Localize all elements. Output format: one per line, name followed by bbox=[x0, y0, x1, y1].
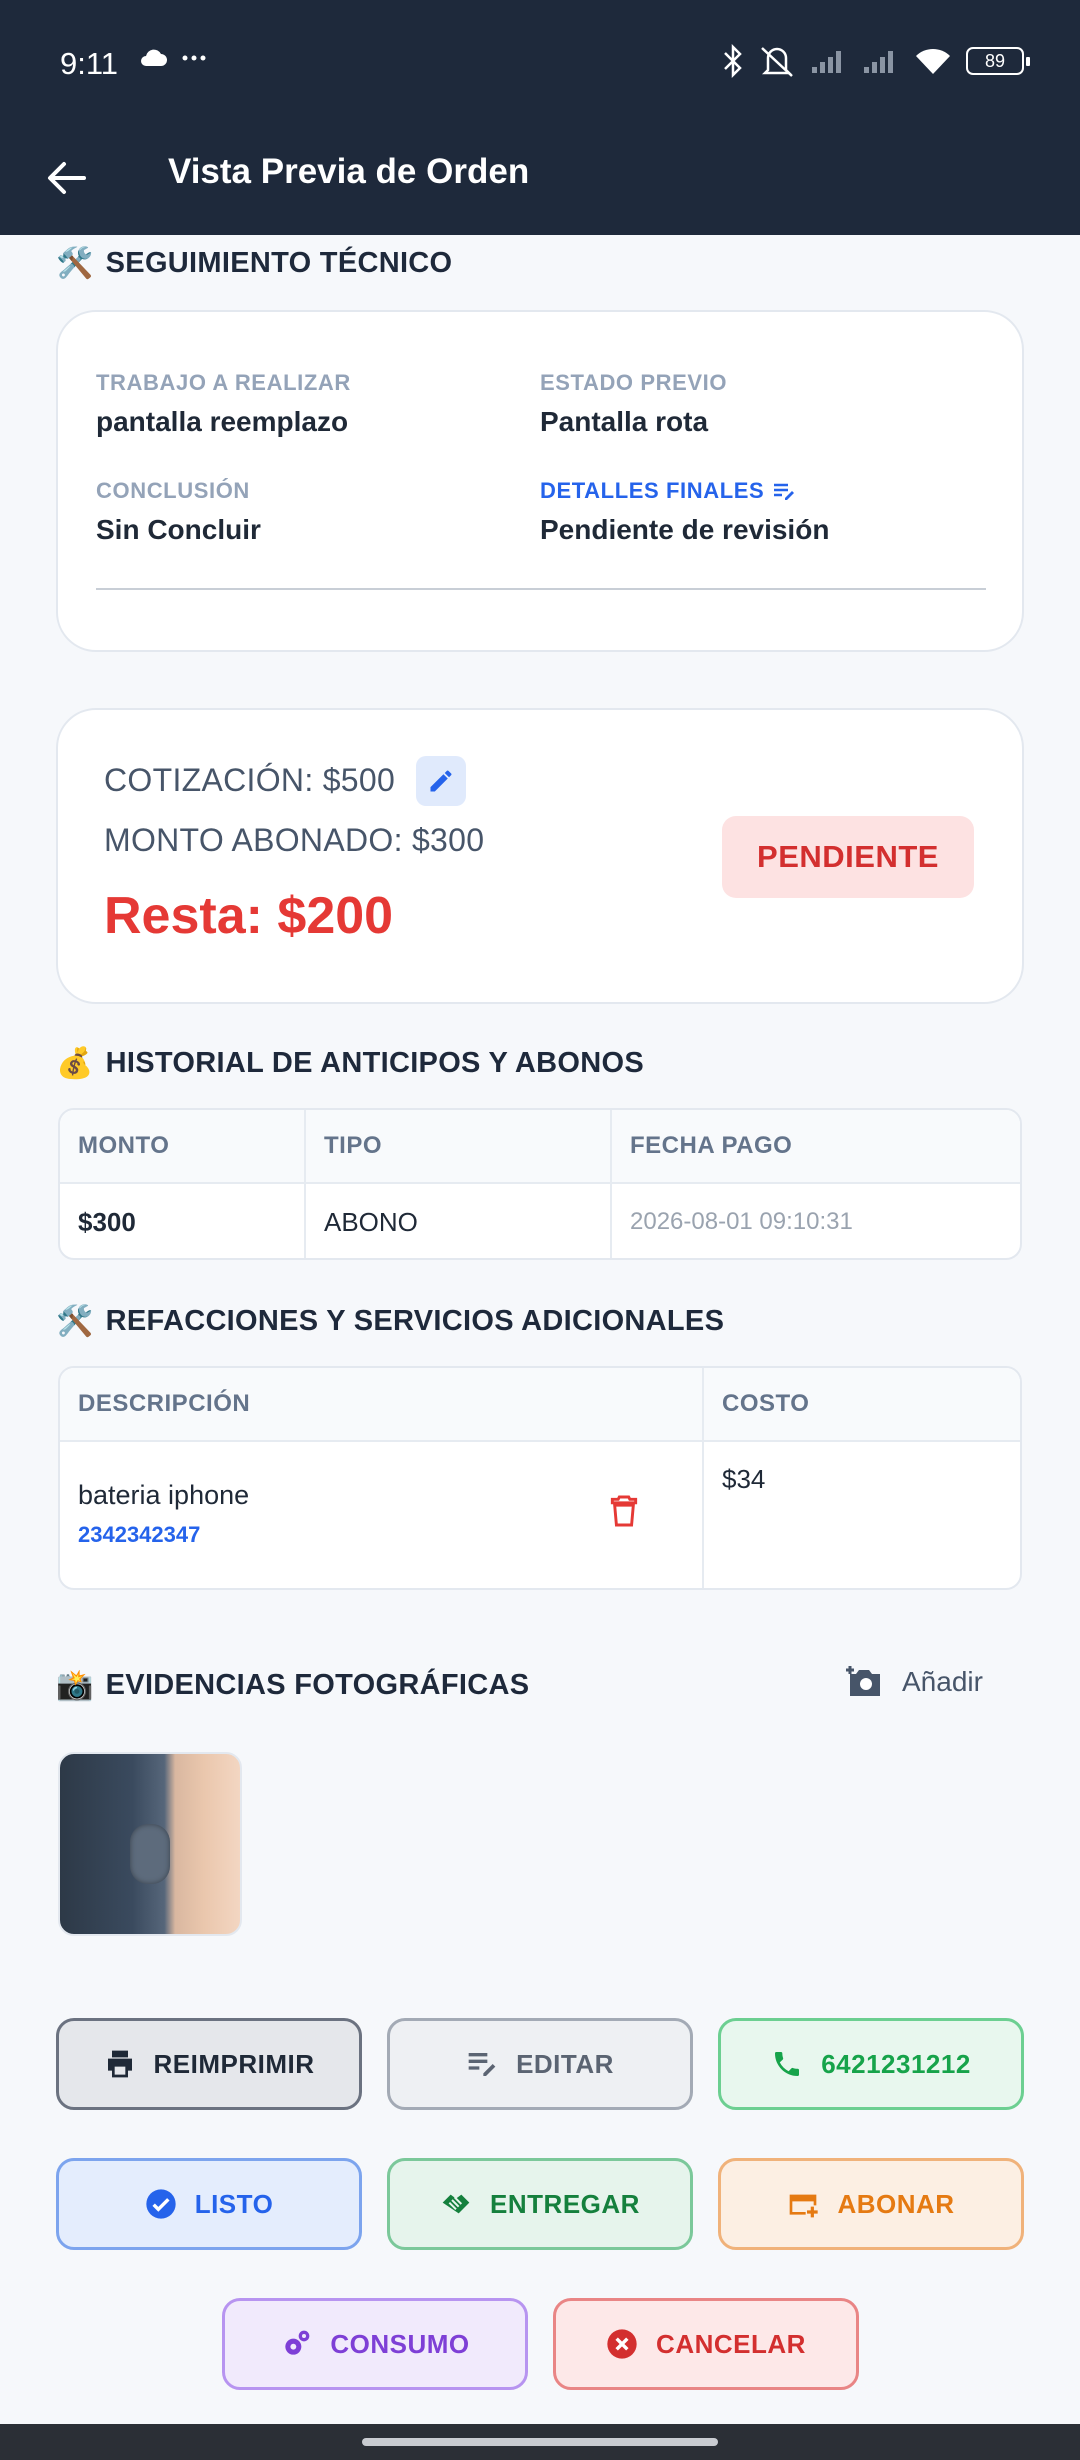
estado-field: ESTADO PREVIO Pantalla rota bbox=[540, 370, 727, 438]
tech-title-text: SEGUIMIENTO TÉCNICO bbox=[105, 247, 453, 279]
cancelar-label: CANCELAR bbox=[656, 2328, 806, 2359]
payments-table: MONTO TIPO FECHA PAGO $300 ABONO 2026-08… bbox=[58, 1108, 1022, 1260]
estado-value: Pantalla rota bbox=[540, 406, 709, 437]
more-dots-icon bbox=[182, 55, 206, 61]
edit-quote-button[interactable] bbox=[416, 756, 466, 806]
settings-gears-icon bbox=[285, 2330, 310, 2355]
trabajo-value: pantalla reemplazo bbox=[96, 406, 349, 437]
arrow-back-icon[interactable] bbox=[44, 156, 88, 200]
resta-text: Resta: $200 bbox=[104, 887, 394, 945]
call-button[interactable]: 6421231212 bbox=[718, 2018, 1024, 2110]
consumo-button[interactable]: CONSUMO bbox=[222, 2298, 528, 2390]
descripcion-cell: bateria iphone 2342342347 bbox=[60, 1442, 704, 1588]
wifi-icon bbox=[916, 48, 950, 74]
editar-button[interactable]: EDITAR bbox=[387, 2018, 693, 2110]
status-time: 9:11 bbox=[60, 46, 119, 81]
delete-icon[interactable] bbox=[610, 1494, 638, 1528]
evidence-photo[interactable] bbox=[58, 1752, 242, 1936]
payments-section-title: 💰 HISTORIAL DE ANTICIPOS Y ABONOS bbox=[56, 1046, 644, 1081]
reimprimir-button[interactable]: REIMPRIMIR bbox=[56, 2018, 362, 2110]
conclusion-field: CONCLUSIÓN Sin Concluir bbox=[96, 478, 261, 546]
payments-table-header: MONTO TIPO FECHA PAGO bbox=[60, 1110, 1020, 1184]
tech-card: TRABAJO A REALIZAR pantalla reemplazo ES… bbox=[56, 310, 1024, 652]
part-code: 2342342347 bbox=[78, 1522, 201, 1547]
phone-icon bbox=[775, 2052, 800, 2076]
cancel-icon bbox=[607, 2329, 637, 2359]
parts-table-header: DESCRIPCIÓN COSTO bbox=[60, 1368, 1020, 1442]
consumo-label: CONSUMO bbox=[330, 2328, 470, 2359]
edit-notes-icon[interactable] bbox=[772, 481, 796, 501]
abonado-text: MONTO ABONADO: $300 bbox=[104, 822, 485, 858]
cloud-icon bbox=[141, 49, 167, 66]
bluetooth-icon bbox=[724, 44, 742, 78]
tipo-cell: ABONO bbox=[306, 1184, 612, 1258]
add-photo-button[interactable]: Añadir bbox=[846, 1664, 983, 1700]
signal-icon bbox=[864, 51, 893, 73]
printer-icon bbox=[107, 2050, 132, 2078]
status-badge: PENDIENTE bbox=[722, 816, 974, 898]
abonar-label: ABONAR bbox=[837, 2188, 955, 2219]
add-photo-label: Añadir bbox=[902, 1666, 983, 1697]
table-row: $300 ABONO 2026-08-01 09:10:31 bbox=[60, 1184, 1020, 1258]
phone-number: 6421231212 bbox=[821, 2048, 971, 2079]
conclusion-label: CONCLUSIÓN bbox=[96, 478, 250, 503]
tech-section-title: 🛠️ SEGUIMIENTO TÉCNICO bbox=[56, 246, 452, 281]
fecha-cell: 2026-08-01 09:10:31 bbox=[630, 1208, 853, 1235]
page-title: Vista Previa de Orden bbox=[168, 152, 530, 191]
battery-icon: 89 bbox=[966, 47, 1030, 75]
payments-title-text: HISTORIAL DE ANTICIPOS Y ABONOS bbox=[105, 1047, 645, 1079]
check-circle-icon bbox=[146, 2189, 176, 2219]
detalles-value: Pendiente de revisión bbox=[540, 514, 830, 545]
detalles-label: DETALLES FINALES bbox=[540, 478, 765, 503]
parts-title-text: REFACCIONES Y SERVICIOS ADICIONALES bbox=[105, 1305, 725, 1337]
photo-detail bbox=[130, 1824, 170, 1884]
divider bbox=[96, 588, 986, 590]
money-bag-icon: 💰 bbox=[56, 1047, 94, 1080]
monto-cell: $300 bbox=[60, 1184, 306, 1258]
col-descripcion: DESCRIPCIÓN bbox=[60, 1368, 704, 1440]
handshake-icon bbox=[442, 2194, 470, 2214]
tools-icon: 🛠️ bbox=[56, 247, 94, 280]
entregar-button[interactable]: ENTREGAR bbox=[387, 2158, 693, 2250]
abonar-button[interactable]: ABONAR bbox=[718, 2158, 1024, 2250]
part-name: bateria iphone bbox=[78, 1480, 250, 1510]
mute-icon bbox=[761, 47, 793, 77]
add-card-icon bbox=[790, 2194, 819, 2218]
entregar-label: ENTREGAR bbox=[490, 2188, 640, 2219]
col-costo: COSTO bbox=[722, 1390, 810, 1417]
estado-label: ESTADO PREVIO bbox=[540, 370, 728, 395]
reimprimir-label: REIMPRIMIR bbox=[153, 2048, 315, 2079]
photos-title-text: EVIDENCIAS FOTOGRÁFICAS bbox=[105, 1669, 530, 1701]
table-row: bateria iphone 2342342347 $34 bbox=[60, 1442, 1020, 1588]
cotizacion-text: COTIZACIÓN: $500 bbox=[104, 762, 396, 798]
pencil-icon bbox=[430, 770, 452, 792]
listo-label: LISTO bbox=[194, 2188, 274, 2219]
photos-section-title: 📸 EVIDENCIAS FOTOGRÁFICAS bbox=[56, 1668, 529, 1703]
edit-notes-icon bbox=[468, 2053, 496, 2076]
listo-button[interactable]: LISTO bbox=[56, 2158, 362, 2250]
col-monto: MONTO bbox=[60, 1110, 306, 1182]
signal-icon bbox=[812, 51, 841, 73]
trabajo-label: TRABAJO A REALIZAR bbox=[96, 370, 351, 395]
costo-cell: $34 bbox=[722, 1464, 766, 1494]
home-gesture-handle[interactable] bbox=[362, 2438, 718, 2446]
add-camera-icon bbox=[846, 1666, 880, 1696]
parts-table: DESCRIPCIÓN COSTO bateria iphone 2342342… bbox=[58, 1366, 1022, 1590]
col-fecha: FECHA PAGO bbox=[630, 1132, 793, 1159]
app-bar: Vista Previa de Orden bbox=[0, 128, 1080, 235]
col-tipo: TIPO bbox=[306, 1110, 612, 1182]
conclusion-value: Sin Concluir bbox=[96, 514, 261, 545]
camera-flash-icon: 📸 bbox=[56, 1669, 94, 1702]
status-bar: 9:11 89 bbox=[0, 0, 1080, 128]
cancelar-button[interactable]: CANCELAR bbox=[553, 2298, 859, 2390]
battery-level: 89 bbox=[984, 50, 1006, 71]
parts-section-title: 🛠️ REFACCIONES Y SERVICIOS ADICIONALES bbox=[56, 1304, 724, 1339]
editar-label: EDITAR bbox=[516, 2048, 614, 2079]
trabajo-field: TRABAJO A REALIZAR pantalla reemplazo bbox=[96, 370, 351, 438]
system-nav-bar bbox=[0, 2424, 1080, 2460]
tools-icon: 🛠️ bbox=[56, 1305, 94, 1338]
detalles-field[interactable]: DETALLES FINALES Pendiente de revisión bbox=[540, 478, 829, 546]
